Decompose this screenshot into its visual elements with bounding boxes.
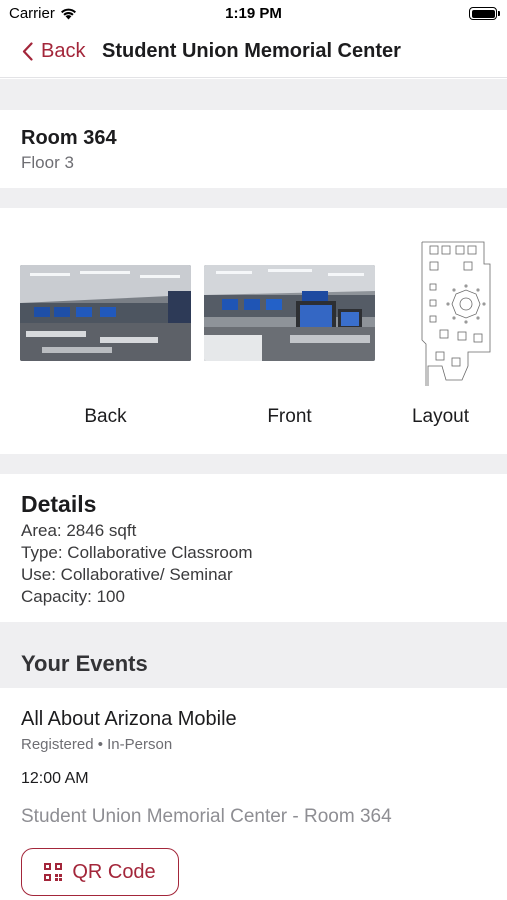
page-title: Student Union Memorial Center	[102, 40, 401, 62]
details-heading: Details	[21, 491, 97, 517]
battery-icon	[469, 7, 500, 20]
photo-caption-back: Back	[84, 406, 127, 427]
events-heading: Your Events	[21, 651, 148, 676]
event-location: Student Union Memorial Center - Room 364	[21, 806, 392, 827]
qr-code-icon	[44, 863, 63, 881]
classroom-back-image	[20, 265, 191, 361]
room-name: Room 364	[21, 127, 117, 149]
status-bar: Carrier 1:19 PM	[0, 0, 507, 28]
section-separator	[0, 454, 507, 474]
section-separator	[0, 79, 507, 110]
photo-caption-layout: Layout	[411, 406, 470, 427]
event-title: All About Arizona Mobile	[21, 708, 237, 730]
detail-type: Type: Collaborative Classroom	[21, 543, 253, 562]
photo-caption-front: Front	[267, 406, 312, 427]
event-registration-status: Registered • In-Person	[21, 736, 173, 753]
details-section: Details Area: 2846 sqft Type: Collaborat…	[0, 474, 507, 622]
photo-back[interactable]	[20, 265, 191, 361]
back-label: Back	[41, 40, 86, 62]
room-header: Room 364 Floor 3	[0, 110, 507, 188]
events-header: Your Events	[0, 622, 507, 688]
detail-use: Use: Collaborative/ Seminar	[21, 565, 233, 584]
room-floor: Floor 3	[21, 153, 74, 172]
event-time: 12:00 AM	[21, 770, 89, 787]
detail-area: Area: 2846 sqft	[21, 521, 137, 540]
photo-front[interactable]	[204, 265, 375, 361]
status-time: 1:19 PM	[225, 5, 282, 22]
floor-plan-image	[418, 240, 507, 386]
classroom-front-image	[204, 265, 375, 361]
event-card[interactable]: All About Arizona Mobile Registered • In…	[0, 688, 507, 900]
qr-code-label: QR Code	[72, 860, 156, 883]
qr-code-button[interactable]: QR Code	[21, 848, 179, 896]
back-button[interactable]: Back	[22, 40, 85, 63]
photo-carousel[interactable]: Back Front Layout	[0, 208, 507, 454]
section-separator	[0, 188, 507, 208]
detail-capacity: Capacity: 100	[21, 587, 125, 606]
chevron-left-icon	[22, 42, 33, 61]
photo-layout[interactable]	[418, 240, 507, 386]
navigation-bar: Back Student Union Memorial Center	[0, 28, 507, 78]
